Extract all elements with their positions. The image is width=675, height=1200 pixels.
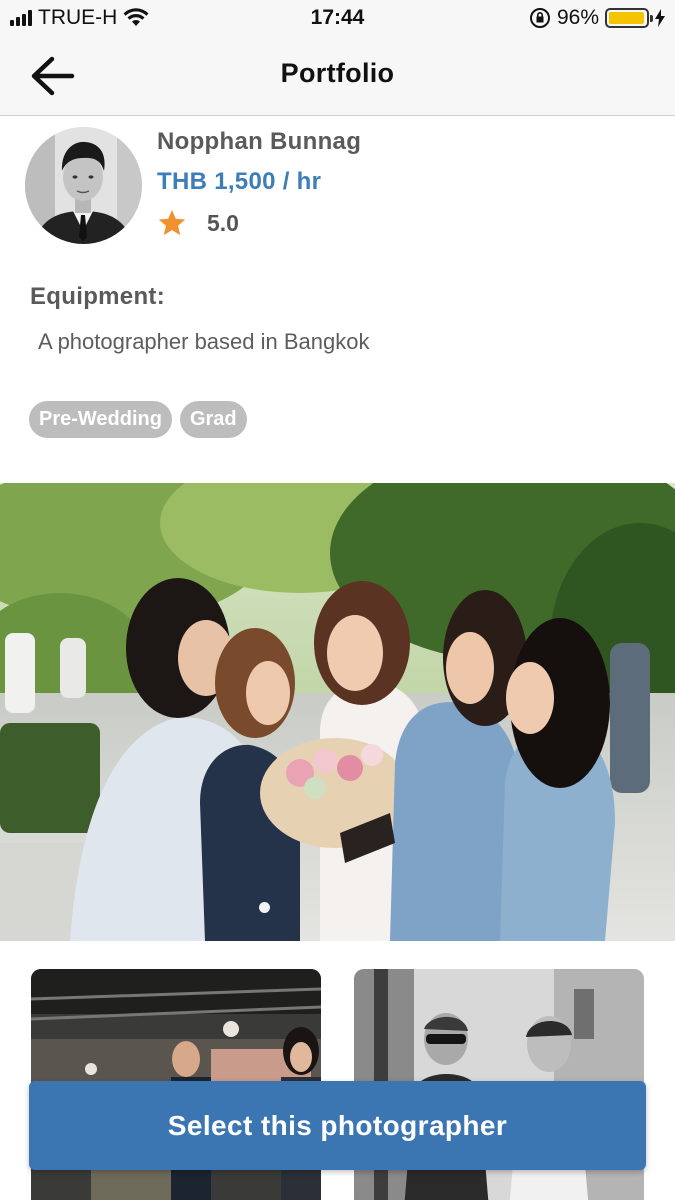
photographer-description: A photographer based in Bangkok bbox=[38, 329, 370, 354]
orientation-lock-icon bbox=[529, 8, 550, 28]
rating: 5.0 bbox=[157, 208, 239, 238]
carousel-dots bbox=[259, 902, 270, 913]
carousel-dot-active[interactable] bbox=[259, 902, 270, 913]
avatar bbox=[25, 127, 142, 244]
hourly-rate: THB 1,500 / hr bbox=[157, 168, 322, 195]
battery-icon bbox=[605, 8, 653, 28]
nav-bar: Portfolio bbox=[0, 40, 675, 116]
photographer-name: Nopphan Bunnag bbox=[157, 128, 362, 155]
battery-level bbox=[609, 12, 644, 24]
portfolio-hero-photo[interactable] bbox=[0, 483, 675, 941]
equipment-heading: Equipment: bbox=[30, 283, 165, 310]
tag-pre-wedding[interactable]: Pre-Wedding bbox=[29, 401, 172, 438]
select-photographer-button[interactable]: Select this photographer bbox=[29, 1081, 646, 1170]
rating-value: 5.0 bbox=[207, 209, 239, 236]
star-icon bbox=[158, 209, 186, 236]
battery-percent: 96% bbox=[556, 6, 599, 29]
page-title: Portfolio bbox=[280, 58, 395, 88]
category-tags: Pre-Wedding Grad bbox=[29, 401, 247, 438]
status-right: 96% bbox=[529, 6, 665, 30]
tag-grad[interactable]: Grad bbox=[179, 401, 247, 438]
charging-bolt-icon bbox=[655, 9, 665, 27]
status-bar: TRUE-H 17:44 96% bbox=[0, 0, 675, 40]
